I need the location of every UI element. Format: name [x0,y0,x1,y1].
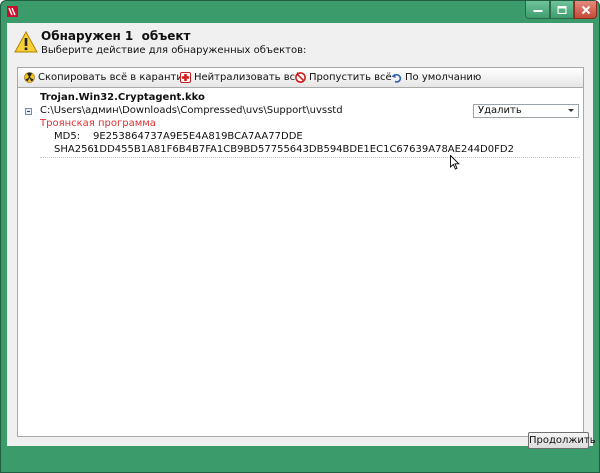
neutralize-all-label: Нейтрализовать всё [194,72,302,83]
kaspersky-app-icon [7,6,18,17]
chevron-down-icon [568,109,574,112]
close-icon [581,5,590,14]
quarantine-all-label: Скопировать всё в карантин [38,72,190,83]
skip-all-label: Пропустить всё [309,72,392,83]
maximize-button[interactable] [550,1,574,19]
actions-toolbar: Скопировать всё в карантин Нейтрализоват… [17,67,584,87]
row-separator [40,157,580,158]
detected-objects-list: Trojan.Win32.Cryptagent.kko C:\Users\адм… [17,87,584,437]
md5-label: MD5: [54,131,81,142]
action-dropdown[interactable]: Удалить [473,104,579,118]
dialog-window: Обнаружен 1 объект Выберите действие для… [0,0,600,473]
undo-arrow-icon [391,73,402,83]
action-dropdown-value: Удалить [478,105,522,116]
medkit-icon [180,72,191,83]
dialog-client-area: Обнаружен 1 объект Выберите действие для… [7,23,593,446]
minimize-icon [533,9,542,12]
sha256-value: 1DD455B1A81F6B4B7FA1CB9BD57755643DB594BD… [93,144,514,155]
maximize-icon [557,5,567,14]
object-path: C:\Users\админ\Downloads\Compressed\uvs\… [40,105,343,116]
radiation-icon [24,72,35,83]
threat-type: Троянская программа [40,118,156,129]
minimize-button[interactable] [525,1,550,19]
collapse-toggle-icon[interactable] [25,108,32,115]
page-subtitle: Выберите действие для обнаруженных объек… [41,45,307,56]
threat-name: Trojan.Win32.Cryptagent.kko [40,92,205,103]
title-bar[interactable] [1,1,599,23]
warning-icon [14,31,38,53]
no-entry-icon [295,72,306,83]
close-button[interactable] [574,1,597,19]
continue-button[interactable]: Продолжить [528,432,596,449]
sha256-label: SHA256: [54,144,98,155]
md5-value: 9E253864737A9E5E4A819BCA7AA77DDE [93,131,303,142]
page-title: Обнаружен 1 объект [41,29,191,43]
default-label: По умолчанию [405,72,482,83]
mouse-cursor-icon [450,155,460,170]
